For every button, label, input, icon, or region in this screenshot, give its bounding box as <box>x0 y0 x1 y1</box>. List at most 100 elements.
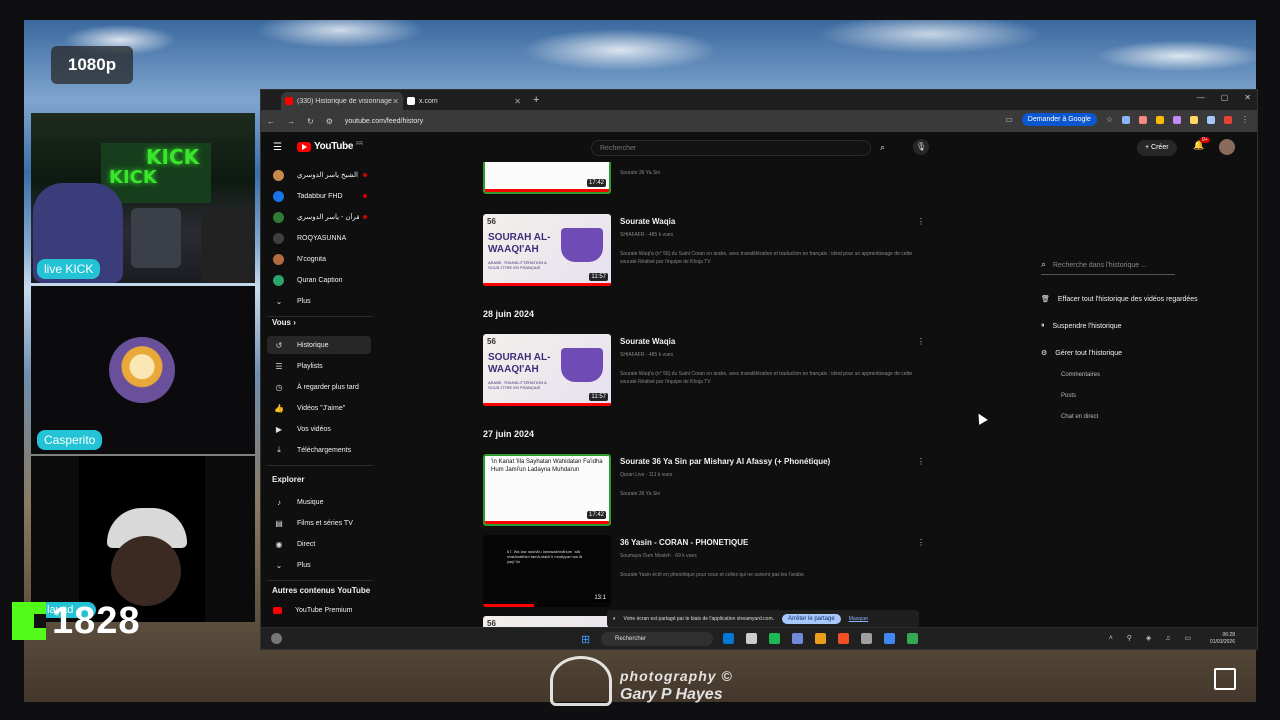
cast-icon[interactable]: ▭ <box>1005 115 1013 124</box>
sidebar-show-more[interactable]: ⌄ Plus <box>267 292 371 310</box>
sidebar-item-thumbs-up[interactable]: 👍 Vidéos "J'aime" <box>267 399 371 417</box>
history-posts-link[interactable]: Posts <box>1061 393 1076 399</box>
video-channel-views[interactable]: SHIAFAFR · 485 k vues <box>620 352 673 358</box>
video-title[interactable]: 36 Yasin - CORAN - PHONETIQUE <box>620 538 748 547</box>
yt-header: ☰ YouTube FR Rechercher ⌕ 🎙 + Créer 🔔 9+ <box>261 132 1257 162</box>
sidebar-youtube-premium[interactable]: YouTube Premium <box>267 601 371 619</box>
sidebar-item-download[interactable]: ⤓ Téléchargements <box>267 441 371 459</box>
video-thumbnail[interactable]: 56 SOURAH AL-WAAQI'AH ARABE, TRANSLITTÉRAT… <box>483 334 611 406</box>
account-avatar[interactable] <box>1219 139 1235 155</box>
sidebar-item-playlist[interactable]: ☰ Playlists <box>267 357 371 375</box>
sidebar-subscription[interactable]: الشيخ ياسر الدوسري - <box>267 166 371 184</box>
extension-icon[interactable] <box>1173 115 1181 124</box>
browser-tab[interactable]: x.com ✕ <box>403 92 525 110</box>
sidebar-subscription[interactable]: القرآن - ياسر الدوسري <box>267 208 371 226</box>
taskbar-search[interactable]: Rechercher <box>601 632 713 646</box>
credit-line-1: photography © <box>620 668 733 684</box>
channel-avatar <box>273 211 284 223</box>
tab-close-icon[interactable]: ✕ <box>514 97 521 106</box>
tab-close-icon[interactable]: ✕ <box>392 97 399 106</box>
sidebar-item-label: Vos vidéos <box>297 425 331 433</box>
taskbar-app-icon[interactable] <box>815 633 826 644</box>
extension-icon[interactable] <box>1207 115 1215 124</box>
reload-icon[interactable]: ↻ <box>307 117 314 126</box>
create-button[interactable]: + Créer <box>1137 140 1177 156</box>
kick-count-number: 1828 <box>52 599 141 642</box>
fullscreen-icon[interactable] <box>1214 668 1236 690</box>
video-menu-icon[interactable]: ⋮ <box>917 538 923 547</box>
taskbar-app-icon[interactable] <box>838 633 849 644</box>
taskbar-app-icon[interactable] <box>746 633 757 644</box>
taskbar-app-icon[interactable] <box>769 633 780 644</box>
system-tray[interactable]: ˄ ⚲ ◈ ♫ ▭ <box>1109 634 1197 642</box>
microphone-icon[interactable]: 🎙 <box>913 139 929 155</box>
sidebar-item-your-videos[interactable]: ▶ Vos vidéos <box>267 420 371 438</box>
menu-dots-icon[interactable]: ⋮ <box>1241 115 1249 124</box>
extension-icon[interactable] <box>1190 115 1198 124</box>
photographer-logo <box>550 656 612 706</box>
video-channel-views[interactable]: Soumaya Oum Mosleh · 69 k vues <box>620 553 697 559</box>
sidebar-subscription[interactable]: Quran Caption <box>267 271 371 289</box>
hamburger-menu-icon[interactable]: ☰ <box>273 142 282 153</box>
back-icon[interactable]: ← <box>267 117 275 126</box>
sidebar-item-history[interactable]: ↺ Historique <box>267 336 371 354</box>
search-input[interactable]: Rechercher <box>591 140 871 156</box>
close-window-icon[interactable]: ✕ <box>1244 93 1251 102</box>
forward-icon[interactable]: → <box>287 117 295 126</box>
sidebar-subscription[interactable]: N'cognita <box>267 250 371 268</box>
search-icon[interactable]: ⌕ <box>880 142 885 153</box>
manage-history-button[interactable]: ⚙ Gérer tout l'historique <box>1041 349 1122 358</box>
ask-google-button[interactable]: Demander à Google <box>1021 113 1097 126</box>
taskbar-app-icon[interactable] <box>884 633 895 644</box>
widgets-icon[interactable] <box>271 633 282 644</box>
taskbar-app-icon[interactable] <box>792 633 803 644</box>
taskbar-app-icon[interactable] <box>723 633 734 644</box>
url-field[interactable]: youtube.com/feed/history <box>345 118 423 125</box>
maximize-icon[interactable]: ▢ <box>1221 93 1229 102</box>
bookmark-star-icon[interactable]: ☆ <box>1106 115 1113 124</box>
history-livechat-link[interactable]: Chat en direct <box>1061 414 1098 420</box>
sidebar-subscription[interactable]: ROQYASUNNA <box>267 229 371 247</box>
extension-icon[interactable] <box>1122 115 1130 124</box>
video-menu-icon[interactable]: ⋮ <box>917 337 923 346</box>
sidebar-explore-music[interactable]: ♪ Musique <box>267 493 371 511</box>
hide-share-bar-link[interactable]: Masquer <box>849 616 868 622</box>
video-channel-views[interactable]: Quran Live · 111 k vues <box>620 472 672 478</box>
extension-icon[interactable] <box>1139 115 1147 124</box>
share-message: Votre écran est partagé par le biais de … <box>623 616 774 622</box>
sidebar-explore-live[interactable]: ◉ Direct <box>267 535 371 553</box>
sidebar-subscription[interactable]: Tadabbur FHD <box>267 187 371 205</box>
you-heading[interactable]: Vous › <box>272 318 296 327</box>
tab-favicon-icon <box>407 97 415 105</box>
browser-tab[interactable]: (330) Historique de visionnage ✕ <box>281 92 403 110</box>
youtube-logo[interactable]: YouTube FR <box>297 141 363 152</box>
video-channel-views[interactable]: SHIAFAFR · 485 k vues <box>620 232 673 238</box>
video-menu-icon[interactable]: ⋮ <box>917 457 923 466</box>
video-thumbnail[interactable]: 56 SOURAH AL-WAAQI'AH ARABE, TRANSLITTÉRAT… <box>483 214 611 286</box>
stop-sharing-button[interactable]: Arrêter le partage <box>782 614 841 624</box>
explore-show-more[interactable]: ⌄ Plus <box>267 556 371 574</box>
extension-icon[interactable] <box>1156 115 1164 124</box>
video-title[interactable]: Sourate 36 Ya Sin par Mishary Al Afassy … <box>620 457 830 466</box>
video-menu-icon[interactable]: ⋮ <box>917 217 923 226</box>
video-title[interactable]: Sourate Waqia <box>620 337 675 346</box>
site-info-icon[interactable]: ⚙ <box>326 117 333 126</box>
taskbar-app-icon[interactable] <box>907 633 918 644</box>
pause-history-button[interactable]: ⏸ Suspendre l'historique <box>1041 322 1122 330</box>
history-comments-link[interactable]: Commentaires <box>1061 372 1100 378</box>
yt-sidebar: الشيخ ياسر الدوسري - Tadabbur FHD القرآن -… <box>261 162 379 649</box>
video-title[interactable]: Sourate Waqia <box>620 217 675 226</box>
clear-history-button[interactable]: 🗑 Effacer tout l'historique des vidéos r… <box>1041 295 1198 304</box>
video-thumbnail[interactable]: 67. Wa law nashā'u lamasakhnāhum ʿalā ma… <box>483 535 611 607</box>
minimize-icon[interactable]: — <box>1197 93 1205 102</box>
taskbar-clock[interactable]: 06:28 01/03/2026 <box>1210 632 1235 646</box>
extension-icon[interactable] <box>1224 115 1232 124</box>
history-search[interactable]: ⌕ Recherche dans l'historique ... <box>1041 259 1175 275</box>
video-thumbnail[interactable]: 'in Kanat 'illa Sayhatan Wahidatan Fa'id… <box>483 162 611 194</box>
windows-start-icon[interactable]: ⊞ <box>581 633 590 646</box>
sidebar-explore-film[interactable]: ▤ Films et séries TV <box>267 514 371 532</box>
sidebar-item-clock[interactable]: ◷ À regarder plus tard <box>267 378 371 396</box>
new-tab-icon[interactable]: + <box>533 94 539 106</box>
taskbar-app-icon[interactable] <box>861 633 872 644</box>
video-thumbnail[interactable]: 'in Kanat 'illa Sayhatan Wahidatan Fa'id… <box>483 454 611 526</box>
